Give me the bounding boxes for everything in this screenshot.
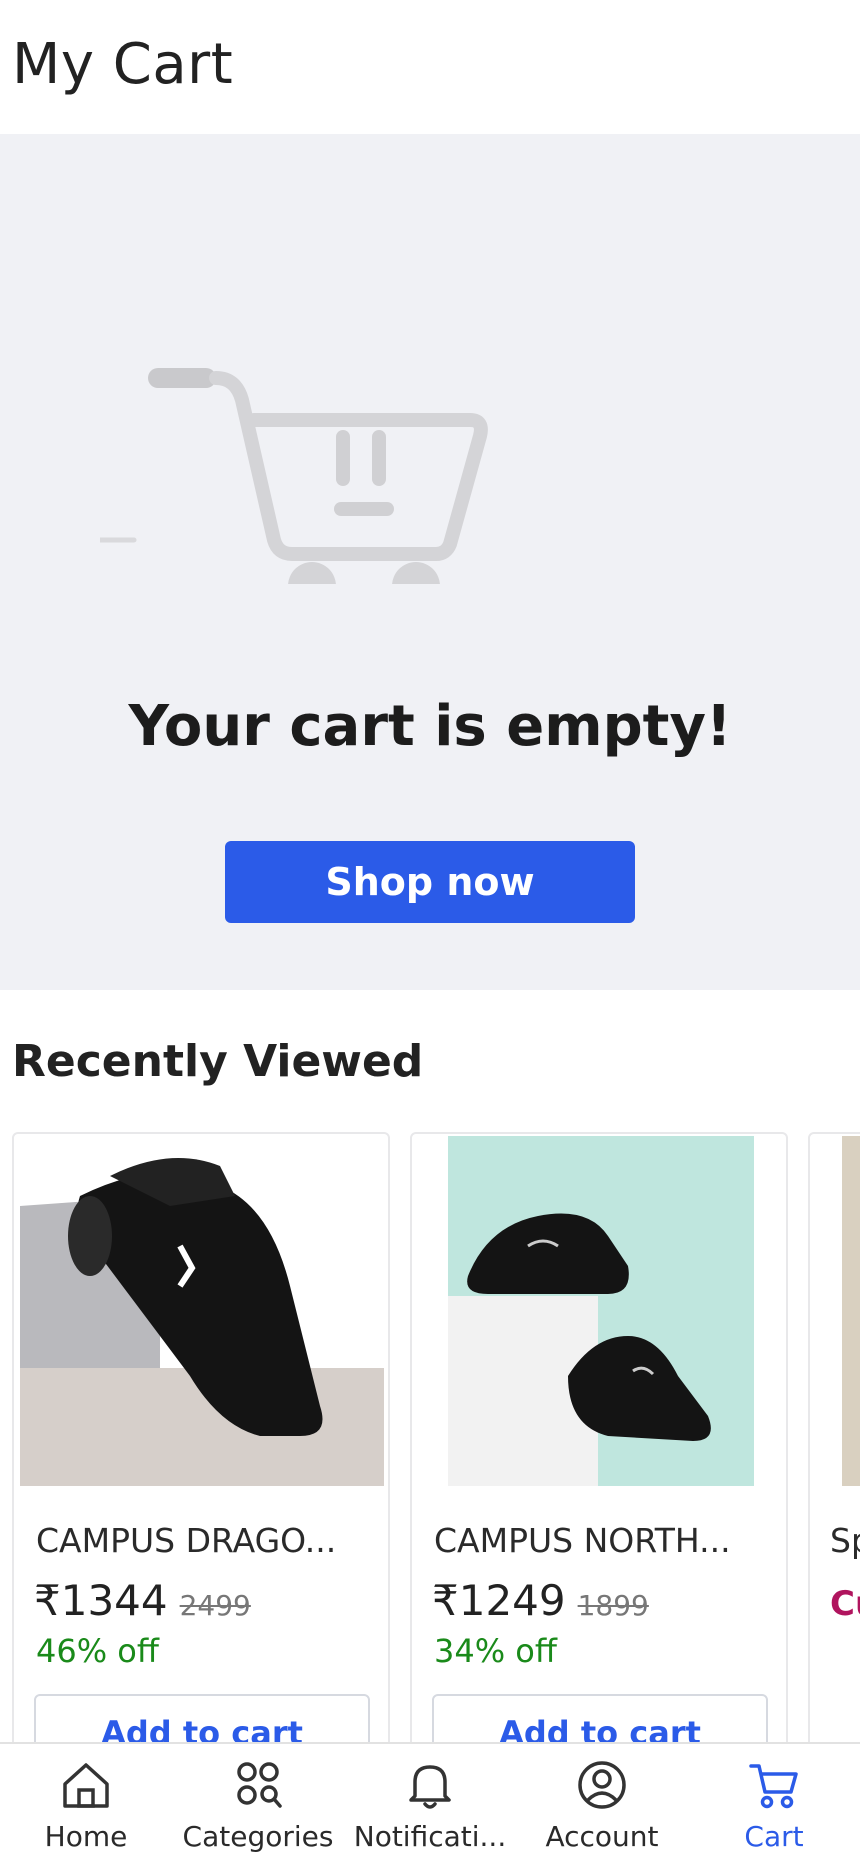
empty-cart-illustration-icon — [100, 368, 488, 584]
nav-account[interactable]: Account — [516, 1744, 688, 1864]
bottom-navigation: Home Categories Notificati... Account Ca… — [0, 1742, 860, 1864]
recently-viewed-title: Recently Viewed — [12, 1036, 424, 1087]
product-discount: 34% off — [434, 1632, 557, 1670]
nav-categories[interactable]: Categories — [172, 1744, 344, 1864]
product-mrp: 1899 — [577, 1589, 649, 1622]
shop-now-button[interactable]: Shop now — [225, 841, 635, 923]
product-mrp: 2499 — [179, 1589, 251, 1622]
empty-cart-panel: Your cart is empty! Shop now — [0, 134, 860, 990]
price-row: ₹1249 1899 — [432, 1576, 649, 1625]
nav-categories-label: Categories — [182, 1820, 334, 1853]
add-to-cart-button[interactable]: Add to cart — [432, 1694, 768, 1742]
page-title: My Cart — [12, 32, 234, 97]
product-price: ₹1249 — [432, 1576, 566, 1625]
nav-notifications-label: Notificati... — [353, 1820, 507, 1853]
nav-notifications[interactable]: Notificati... — [344, 1744, 516, 1864]
recently-viewed-section: Recently Viewed CAMPUS DRAGO... ₹1344 24… — [0, 990, 860, 1742]
nav-cart[interactable]: Cart — [688, 1744, 860, 1864]
product-image[interactable] — [20, 1136, 384, 1486]
product-name[interactable]: CAMPUS DRAGO... — [36, 1521, 336, 1560]
nav-account-label: Account — [545, 1820, 659, 1853]
categories-icon — [237, 1762, 282, 1808]
product-promo: Cu un — [830, 1584, 860, 1624]
product-price: ₹1344 — [34, 1576, 168, 1625]
product-name[interactable]: CAMPUS NORTH... — [434, 1521, 731, 1560]
account-icon — [578, 1761, 626, 1809]
product-discount: 46% off — [36, 1632, 159, 1670]
product-image[interactable] — [842, 1136, 860, 1486]
product-name[interactable]: Sp — [830, 1521, 860, 1560]
shoe-image-icon — [20, 1136, 384, 1486]
shoe-image-icon — [418, 1136, 782, 1486]
home-icon — [63, 1763, 109, 1808]
price-row: ₹1344 2499 — [34, 1576, 251, 1625]
nav-cart-label: Cart — [744, 1820, 804, 1853]
product-card[interactable]: CAMPUS NORTH... ₹1249 1899 34% off Add t… — [410, 1132, 788, 1742]
nav-home-label: Home — [44, 1820, 128, 1853]
bell-icon — [409, 1765, 451, 1809]
cart-icon — [749, 1764, 798, 1809]
app-header: My Cart — [0, 0, 860, 134]
product-card[interactable]: CAMPUS DRAGO... ₹1344 2499 46% off Add t… — [12, 1132, 390, 1742]
product-card[interactable]: Sp Cu un — [808, 1132, 860, 1742]
add-to-cart-button[interactable]: Add to cart — [34, 1694, 370, 1742]
nav-home[interactable]: Home — [0, 1744, 172, 1864]
empty-cart-message: Your cart is empty! — [128, 694, 732, 759]
product-image[interactable] — [418, 1136, 782, 1486]
